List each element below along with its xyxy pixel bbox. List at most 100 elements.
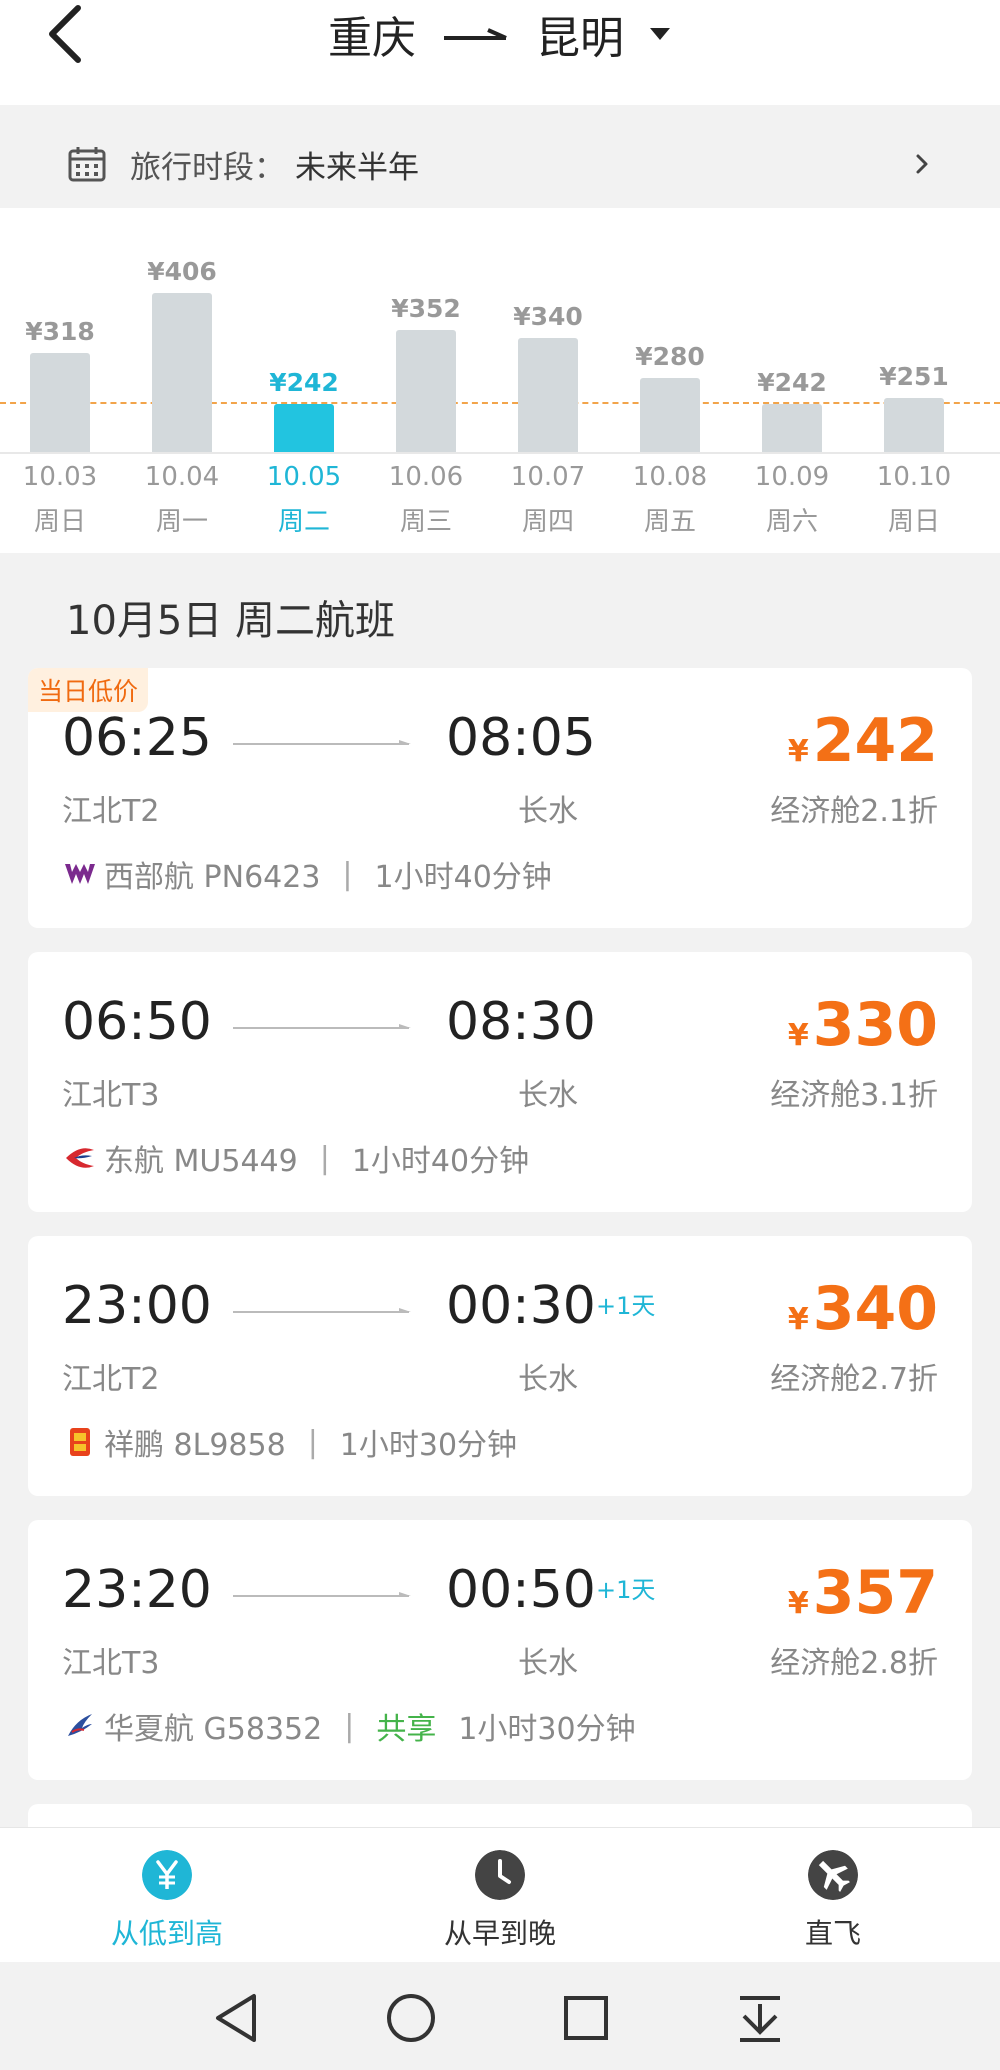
sort-price-low-high[interactable]: 从低到高 (0, 1828, 334, 1963)
currency-symbol: ¥ (787, 1586, 809, 1621)
arrival-time: 00:50 (446, 1560, 596, 1620)
sort-label: 从早到晚 (443, 1917, 556, 1950)
sort-direct-flight[interactable]: 直飞 (666, 1828, 1000, 1963)
price-bar (274, 403, 334, 452)
flight-duration: 1小时30分钟 (339, 1428, 518, 1463)
travel-period-selector[interactable]: 旅行时段： 未来半年 (28, 120, 972, 208)
calendar-day-10.08[interactable]: ¥280 10.08 周五 (610, 208, 730, 553)
flight-info: 东航 MU5449 | 1小时40分钟 (62, 1136, 529, 1180)
flight-card[interactable]: 06:50 08:30 江北T3 长水 ¥330 经济舱3.1折 东航 MU5449 | 1小时… (28, 952, 972, 1212)
departure-time: 23:00 (62, 1276, 212, 1336)
bar-weekday-label: 周六 (765, 507, 818, 537)
bar-price-label: ¥280 (635, 342, 705, 372)
arrival-time: 08:30 (446, 992, 596, 1052)
flight-card[interactable]: 23:20 00:50 +1天 江北T3 长水 ¥357 经济舱2.8折 华夏航 G58352… (28, 1520, 972, 1780)
ticket-price: ¥330 (788, 990, 938, 1060)
calendar-day-10.06[interactable]: ¥352 10.06 周三 (366, 208, 486, 553)
flight-card[interactable]: 23:00 00:30 +1天 江北T2 长水 ¥340 经济舱2.7折 祥鹏 8L9858 |… (28, 1236, 972, 1496)
arrival-airport: 长水 (518, 794, 578, 829)
price-bar (762, 403, 822, 452)
separator: | (307, 1424, 318, 1460)
calendar-day-10.05[interactable]: ¥242 10.05 周二 (244, 208, 364, 553)
ticket-price: ¥357 (788, 1558, 938, 1628)
next-day-badge: +1天 (596, 1576, 656, 1604)
price-bar (884, 397, 944, 452)
origin-city: 重庆 (328, 13, 416, 64)
flight-info: 祥鹏 8L9858 | 1小时30分钟 (62, 1420, 517, 1464)
bar-date-label: 10.05 (266, 462, 342, 492)
calendar-day-10.07[interactable]: ¥340 10.07 周四 (488, 208, 608, 553)
arrival-time: 08:05 (446, 708, 596, 768)
sort-time-early-late[interactable]: 从早到晚 (333, 1828, 667, 1963)
departure-time: 06:25 (62, 708, 212, 768)
flight-path-arrow-icon (233, 1308, 411, 1313)
bar-weekday-label: 周四 (521, 507, 574, 537)
period-value: 未来半年 (295, 149, 419, 186)
price-bar (640, 378, 700, 452)
bar-date-label: 10.09 (754, 462, 830, 492)
codeshare-badge: 共享 (376, 1712, 437, 1747)
flight-duration: 1小时40分钟 (351, 1144, 530, 1179)
departure-airport: 江北T3 (62, 1078, 160, 1113)
nav-notification-pulldown-icon[interactable] (732, 1990, 788, 2046)
bar-price-label: ¥242 (269, 367, 339, 397)
calendar-day-10.03[interactable]: ¥318 10.03 周日 (0, 208, 120, 553)
destination-city: 昆明 (536, 13, 624, 64)
currency-symbol: ¥ (787, 734, 809, 769)
calendar-day-10.10[interactable]: ¥251 10.10 周日 (854, 208, 974, 553)
calendar-day-10.04[interactable]: ¥406 10.04 周一 (122, 208, 242, 553)
currency-symbol: ¥ (787, 1018, 809, 1053)
calendar-day-10.09[interactable]: ¥242 10.09 周六 (732, 208, 852, 553)
departure-time: 23:20 (62, 1560, 212, 1620)
bar-weekday-label: 周一 (155, 507, 208, 537)
bar-weekday-label: 周日 (33, 507, 86, 537)
period-label: 旅行时段： (130, 149, 285, 186)
price-value: 330 (812, 990, 938, 1060)
caret-down-icon[interactable] (648, 26, 672, 42)
airline-flight-number: 西部航 PN6423 (104, 860, 321, 895)
currency-symbol: ¥ (787, 1302, 809, 1337)
nav-home-icon[interactable] (383, 1990, 439, 2046)
bar-price-label: ¥340 (513, 301, 583, 331)
cabin-discount: 经济舱2.8折 (770, 1646, 938, 1681)
flight-info: 华夏航 G58352 | 共享 1小时30分钟 (62, 1704, 636, 1748)
nav-recents-icon[interactable] (558, 1990, 614, 2046)
bar-price-label: ¥318 (25, 316, 95, 346)
yuan-icon (142, 1850, 192, 1900)
lucky-air-logo-icon (70, 1428, 90, 1456)
nav-back-icon[interactable] (210, 1990, 266, 2046)
system-nav-bar (0, 1962, 1000, 2070)
sort-label: 直飞 (804, 1917, 861, 1950)
bar-date-label: 10.08 (632, 462, 708, 492)
bar-date-label: 10.04 (144, 462, 220, 492)
bar-date-label: 10.07 (510, 462, 586, 492)
arrival-airport: 长水 (518, 1362, 578, 1397)
route-arrow-icon (444, 28, 507, 40)
departure-airport: 江北T2 (62, 1362, 160, 1397)
price-value: 357 (812, 1558, 938, 1628)
cabin-discount: 经济舱2.1折 (770, 794, 938, 829)
plane-icon (808, 1850, 858, 1900)
china-express-logo-icon (68, 1714, 92, 1736)
departure-airport: 江北T2 (62, 794, 160, 829)
flight-path-arrow-icon (233, 740, 411, 745)
chevron-right-icon (916, 154, 928, 174)
separator: | (344, 1708, 355, 1744)
departure-airport: 江北T3 (62, 1646, 160, 1681)
separator: | (319, 1140, 330, 1176)
price-calendar: ¥318 10.03 周日 ¥406 10.04 周一 ¥242 10.05 周二 ¥352 10.… (0, 208, 1000, 553)
airline-flight-number: 东航 MU5449 (104, 1144, 298, 1179)
price-bar (518, 337, 578, 452)
bar-weekday-label: 周五 (643, 507, 696, 537)
flight-info: 西部航 PN6423 | 1小时40分钟 (62, 852, 552, 896)
route-title[interactable]: 重庆 昆明 (0, 0, 1000, 68)
cabin-discount: 经济舱3.1折 (770, 1078, 938, 1113)
bar-weekday-label: 周日 (887, 507, 940, 537)
airline-flight-number: 祥鹏 8L9858 (104, 1428, 286, 1463)
next-day-badge: +1天 (596, 1292, 656, 1320)
flight-card[interactable]: 当日低价 06:25 08:05 江北T2 长水 ¥242 经济舱2.1折 西部航 PN642… (28, 668, 972, 928)
arrival-airport: 长水 (518, 1078, 578, 1113)
price-bar (396, 329, 456, 452)
calendar-icon (68, 147, 106, 182)
price-value: 242 (812, 706, 938, 776)
